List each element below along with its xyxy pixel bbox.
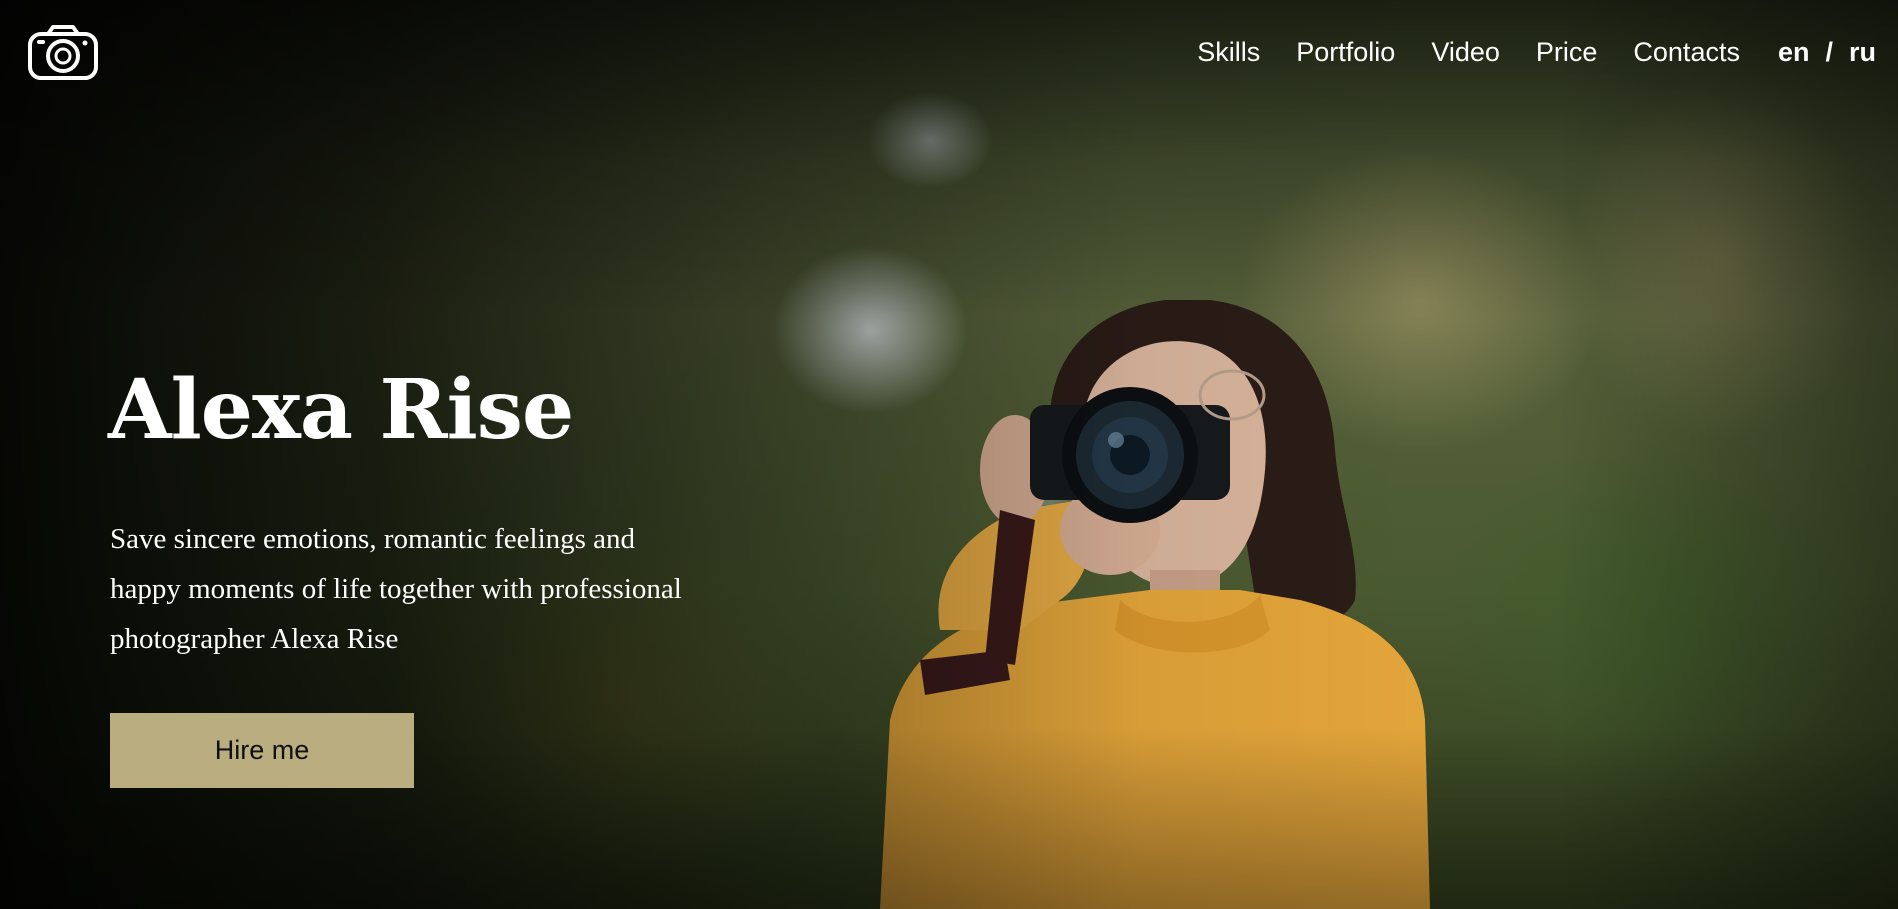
language-switcher: en / ru	[1778, 37, 1876, 68]
nav-link-price[interactable]: Price	[1536, 37, 1598, 68]
language-ru[interactable]: ru	[1849, 37, 1876, 68]
nav-link-skills[interactable]: Skills	[1197, 37, 1260, 68]
language-en[interactable]: en	[1778, 37, 1810, 68]
hero-title: Alexa Rise	[108, 362, 574, 458]
main-nav: Skills Portfolio Video Price Contacts en…	[1161, 32, 1876, 72]
hero-section: Skills Portfolio Video Price Contacts en…	[0, 0, 1898, 909]
nav-link-video[interactable]: Video	[1431, 37, 1500, 68]
nav-link-contacts[interactable]: Contacts	[1633, 37, 1740, 68]
camera-icon[interactable]	[28, 24, 98, 80]
language-separator: /	[1825, 36, 1833, 67]
hero-tagline: Save sincere emotions, romantic feelings…	[110, 523, 682, 655]
hire-me-button[interactable]: Hire me	[110, 713, 414, 788]
nav-link-portfolio[interactable]: Portfolio	[1296, 37, 1395, 68]
